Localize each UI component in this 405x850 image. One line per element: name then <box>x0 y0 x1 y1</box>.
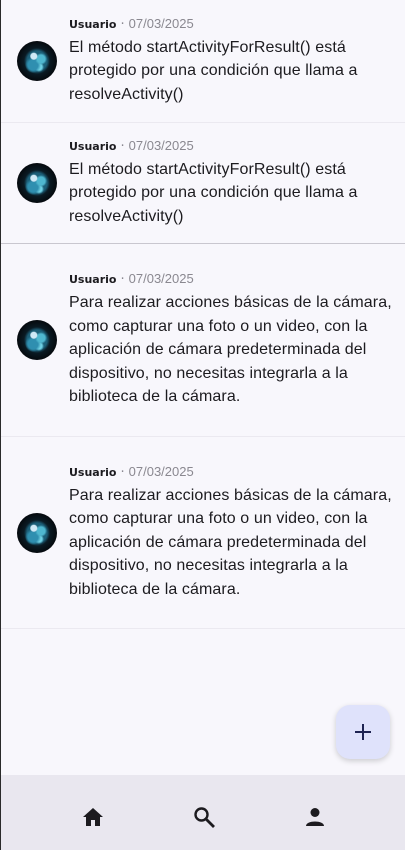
post-author: Usuario <box>69 273 117 287</box>
post-author: Usuario <box>69 139 117 153</box>
nav-home[interactable] <box>81 805 105 829</box>
post-content: Usuario · 07/03/2025 Para realizar accio… <box>69 271 395 409</box>
post-text: El método startActivityForResult() está … <box>69 38 358 103</box>
post-meta: Usuario · 07/03/2025 <box>69 138 395 156</box>
post-item[interactable]: Usuario · 07/03/2025 El método startActi… <box>1 0 405 123</box>
post-meta: Usuario · 07/03/2025 <box>69 16 395 34</box>
avatar[interactable] <box>17 512 57 553</box>
post-content: Usuario · 07/03/2025 El método startActi… <box>69 138 395 229</box>
post-text: Para realizar acciones básicas de la cám… <box>69 486 392 598</box>
post-date: 07/03/2025 <box>128 271 194 287</box>
meta-separator: · <box>120 138 125 154</box>
post-date: 07/03/2025 <box>128 15 194 31</box>
post-meta: Usuario · 07/03/2025 <box>69 271 395 289</box>
meta-separator: · <box>120 16 125 32</box>
home-icon <box>83 808 103 826</box>
post-author: Usuario <box>69 17 117 31</box>
bottom-navigation-bar <box>1 775 405 850</box>
post-feed: Usuario · 07/03/2025 El método startActi… <box>1 0 405 629</box>
search-icon <box>194 807 215 828</box>
avatar[interactable] <box>17 163 57 203</box>
post-text: Para realizar acciones básicas de la cám… <box>69 294 392 406</box>
post-item[interactable]: Usuario · 07/03/2025 El método startActi… <box>1 123 405 244</box>
nav-search[interactable] <box>192 805 216 829</box>
avatar[interactable] <box>17 41 57 81</box>
add-icon <box>355 724 371 740</box>
post-date: 07/03/2025 <box>128 137 194 153</box>
meta-separator: · <box>120 272 125 288</box>
nav-profile[interactable] <box>303 805 327 829</box>
avatar[interactable] <box>17 320 57 360</box>
post-item[interactable]: Usuario · 07/03/2025 Para realizar accio… <box>1 244 405 437</box>
meta-separator: · <box>120 464 125 480</box>
add-post-button[interactable] <box>336 705 390 759</box>
post-text: El método startActivityForResult() está … <box>69 160 358 225</box>
post-item[interactable]: Usuario · 07/03/2025 Para realizar accio… <box>1 437 405 629</box>
post-content: Usuario · 07/03/2025 El método startActi… <box>69 16 395 107</box>
post-author: Usuario <box>69 465 117 479</box>
post-date: 07/03/2025 <box>128 463 194 479</box>
post-meta: Usuario · 07/03/2025 <box>69 464 395 482</box>
post-content: Usuario · 07/03/2025 Para realizar accio… <box>69 464 395 602</box>
person-icon <box>306 808 324 826</box>
